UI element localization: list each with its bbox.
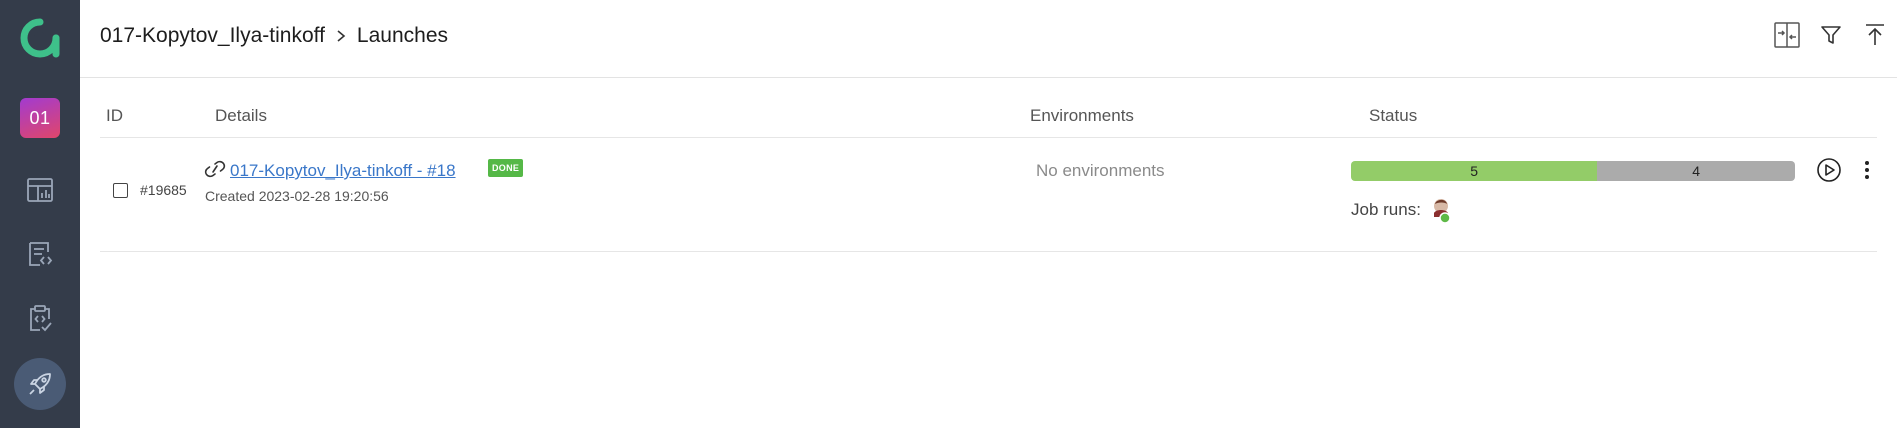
main-content: 017-Kopytov_Ilya-tinkoff Launches ID Det…: [80, 0, 1897, 428]
chevron-right-icon: [335, 29, 347, 43]
page-title: Launches: [356, 24, 448, 47]
link-icon: [204, 160, 226, 178]
project-badge[interactable]: 01: [20, 98, 60, 138]
sidebar-item-test-cases[interactable]: [0, 232, 80, 276]
sidebar: 01: [0, 0, 80, 428]
job-runs-label: Job runs:: [1351, 200, 1421, 219]
merge-launches-button[interactable]: [1765, 18, 1809, 52]
sidebar-item-test-plans[interactable]: [0, 296, 80, 340]
table-header: ID Details Environments Status: [100, 80, 1877, 138]
upload-icon: [1866, 24, 1884, 45]
launch-id: #19685: [140, 182, 187, 198]
environments-value: No environments: [1036, 161, 1165, 180]
status-bar[interactable]: 5 4: [1351, 161, 1795, 181]
table-row[interactable]: #19685 017-Kopytov_Ilya-tinkoff - #18 DO…: [100, 139, 1877, 252]
filter-button[interactable]: [1809, 18, 1853, 52]
row-checkbox[interactable]: [113, 183, 128, 198]
active-indicator: [14, 358, 66, 410]
status-segment-passed[interactable]: 5: [1351, 161, 1598, 181]
breadcrumb-project[interactable]: 017-Kopytov_Ilya-tinkoff: [100, 24, 325, 48]
job-run-avatar[interactable]: [1431, 197, 1453, 225]
column-status: Status: [1369, 106, 1418, 125]
clipboard-check-icon: [30, 305, 52, 332]
column-environments: Environments: [1030, 106, 1134, 125]
upload-button[interactable]: [1853, 18, 1897, 52]
rocket-icon: [29, 373, 51, 395]
test-cases-icon: [29, 242, 53, 266]
launch-name-link[interactable]: 017-Kopytov_Ilya-tinkoff - #18: [230, 161, 456, 181]
sidebar-item-dashboards[interactable]: [0, 168, 80, 212]
breadcrumb: 017-Kopytov_Ilya-tinkoff Launches: [100, 24, 448, 48]
header-toolbar: [1765, 18, 1897, 52]
filter-icon: [1821, 26, 1841, 44]
more-actions-button[interactable]: [1854, 157, 1880, 183]
page-header: 017-Kopytov_Ilya-tinkoff Launches: [80, 0, 1897, 78]
merge-icon: [1774, 22, 1800, 48]
created-timestamp: Created 2023-02-28 19:20:56: [205, 188, 389, 204]
dashboard-icon: [27, 178, 53, 202]
rerun-button[interactable]: [1816, 157, 1842, 183]
column-details: Details: [215, 106, 267, 125]
column-id: ID: [106, 106, 123, 125]
status-badge: DONE: [488, 159, 524, 177]
more-vertical-icon: [1865, 161, 1869, 179]
project-switcher[interactable]: 01: [0, 98, 80, 138]
play-circle-icon: [1817, 158, 1841, 182]
status-segment-other[interactable]: 4: [1597, 161, 1795, 181]
sidebar-item-launches[interactable]: [0, 358, 80, 410]
allure-logo-icon[interactable]: [0, 16, 80, 60]
